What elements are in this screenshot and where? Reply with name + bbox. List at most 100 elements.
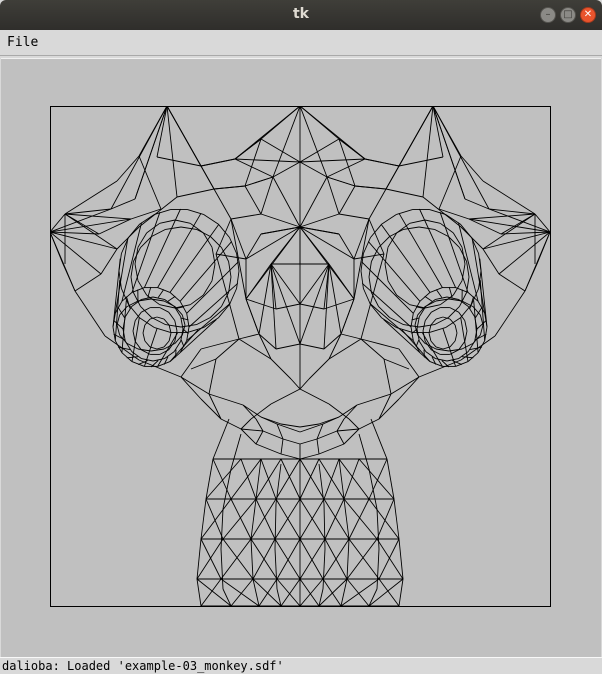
wire-edge — [158, 213, 201, 287]
wire-edge — [386, 166, 399, 189]
wire-edge — [231, 579, 253, 606]
wire-edge — [324, 504, 325, 549]
wire-edge — [455, 333, 457, 341]
wire-edge — [300, 227, 354, 299]
wire-edge — [241, 419, 251, 429]
wire-edge — [143, 325, 145, 333]
wire-edge — [387, 459, 394, 499]
wire-edge — [379, 579, 399, 606]
wire-edge — [329, 264, 341, 334]
wire-edge — [382, 215, 396, 225]
wire-edge — [256, 419, 263, 431]
status-bar: dalioba: Loaded 'example-03_monkey.sdf' — [0, 657, 602, 674]
wire-edge — [465, 331, 467, 341]
wire-edge — [133, 321, 135, 331]
wire-edge — [379, 399, 399, 419]
viewport-canvas[interactable] — [1, 58, 601, 657]
wire-edge — [256, 431, 263, 444]
wire-edge — [181, 377, 201, 399]
wire-edge — [216, 254, 239, 339]
wire-edge — [324, 334, 341, 349]
wire-edge — [259, 264, 271, 334]
wire-edge — [337, 431, 344, 444]
wire-edge — [209, 394, 243, 405]
wireframe-svg — [1, 59, 601, 657]
close-icon[interactable]: ✕ — [580, 7, 596, 23]
wire-edge — [214, 189, 231, 219]
wire-edge — [245, 186, 261, 214]
wire-edge — [175, 220, 190, 223]
menu-bar: File — [0, 30, 602, 56]
wire-edge — [317, 439, 319, 454]
wire-edge — [221, 549, 223, 589]
wire-edge — [412, 329, 418, 334]
wire-edge — [469, 214, 535, 219]
wire-edge — [241, 459, 256, 499]
maximize-icon[interactable]: □ — [560, 7, 576, 23]
monkey-wireframe — [50, 106, 550, 606]
status-text: dalioba: Loaded 'example-03_monkey.sdf' — [2, 659, 284, 673]
wire-edge — [300, 454, 319, 459]
wire-edge — [181, 227, 197, 229]
wire-edge — [300, 159, 365, 162]
wire-edge — [246, 227, 300, 299]
menu-file[interactable]: File — [7, 35, 38, 50]
wire-edge — [337, 429, 359, 431]
wire-edge — [359, 434, 369, 469]
wire-edge — [221, 419, 241, 429]
wire-edge — [169, 333, 171, 341]
wire-edge — [206, 499, 223, 539]
wire-edge — [181, 377, 209, 394]
wire-edge — [157, 317, 164, 319]
wire-edge — [369, 459, 387, 499]
wire-edge — [138, 349, 151, 351]
wire-edge — [223, 589, 231, 606]
wire-edge — [204, 215, 218, 225]
wire-edge — [327, 177, 355, 186]
wire-edge — [455, 325, 457, 333]
wire-edge — [323, 579, 341, 606]
wire-edge — [281, 454, 300, 459]
wire-edge — [337, 419, 344, 431]
wire-edge — [357, 394, 391, 405]
wire-edge — [273, 162, 300, 177]
wire-edge — [157, 347, 164, 349]
wire-edge — [251, 539, 253, 579]
minimize-icon[interactable]: – — [540, 7, 556, 23]
wire-edge — [439, 156, 461, 209]
wire-edge — [344, 459, 359, 499]
wire-edge — [181, 349, 201, 377]
title-bar[interactable]: tk – □ ✕ — [0, 0, 602, 30]
wire-edge — [344, 499, 377, 539]
wire-edge — [138, 233, 147, 247]
wire-edge — [261, 417, 281, 424]
wire-edge — [177, 189, 214, 197]
wire-edge — [379, 539, 399, 579]
wire-edge — [425, 312, 431, 320]
wire-edge — [384, 359, 409, 369]
wire-edge — [300, 264, 329, 304]
wire-edge — [246, 234, 261, 259]
wire-edge — [275, 549, 277, 589]
wire-edge — [253, 539, 275, 579]
wire-edge — [495, 291, 525, 336]
wire-edge — [354, 219, 369, 259]
wire-edge — [365, 159, 399, 166]
wire-edge — [425, 296, 432, 301]
wire-edge — [206, 459, 213, 499]
wire-edge — [153, 359, 165, 361]
wire-edge — [436, 347, 443, 349]
wire-edge — [385, 264, 388, 281]
wire-edge — [231, 214, 261, 219]
wire-edge — [246, 299, 259, 334]
wire-edge — [449, 349, 462, 351]
wire-edge — [231, 499, 251, 539]
wire-edge — [241, 429, 256, 444]
wire-edge — [167, 106, 177, 197]
wire-edge — [420, 209, 456, 288]
wire-edge — [216, 254, 246, 259]
wire-edge — [431, 341, 436, 347]
wire-edge — [324, 299, 354, 309]
wire-edge — [339, 186, 355, 214]
wire-edge — [167, 106, 201, 166]
